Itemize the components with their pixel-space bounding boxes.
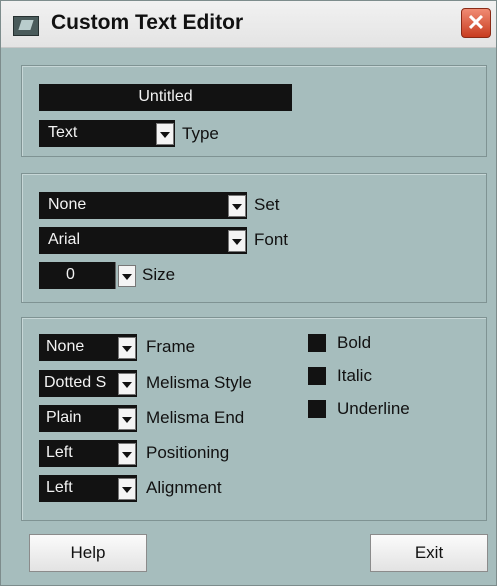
editor-app-icon [13,16,39,36]
name-field[interactable]: Untitled [39,84,292,111]
chevron-down-icon[interactable] [228,195,246,217]
chevron-down-icon[interactable] [118,337,136,359]
font-label: Font [254,230,289,249]
window-title: Custom Text Editor [51,11,244,34]
custom-text-editor-window: Custom Text Editor ✕ Untitled Text Type … [0,0,497,586]
chevron-down-icon[interactable] [118,443,136,465]
set-label: Set [254,195,280,214]
bold-checkbox[interactable] [308,334,326,352]
exit-button[interactable]: Exit [370,534,488,572]
set-dropdown-value: None [39,192,247,219]
help-button[interactable]: Help [29,534,147,572]
alignment-label: Alignment [146,478,222,497]
font-panel: None Set Arial Font 0 Size [21,173,487,303]
size-dropdown-value: 0 [39,262,116,289]
italic-label: Italic [337,366,372,385]
chevron-down-icon[interactable] [118,408,136,430]
melisma-style-label: Melisma Style [146,373,252,392]
type-dropdown-value: Text [39,120,175,147]
chevron-down-icon[interactable] [156,123,174,145]
chevron-down-icon[interactable] [118,373,136,395]
name-type-panel: Untitled Text Type [21,65,487,157]
italic-checkbox[interactable] [308,367,326,385]
melisma-end-label: Melisma End [146,408,245,427]
size-label: Size [142,265,176,284]
style-panel: None Frame Dotted S Melisma Style Plain … [21,317,487,521]
close-icon[interactable]: ✕ [461,8,491,38]
font-dropdown-value: Arial [39,227,247,254]
bold-label: Bold [337,333,372,352]
type-label: Type [182,124,219,143]
positioning-label: Positioning [146,443,230,462]
chevron-down-icon[interactable] [118,265,136,287]
chevron-down-icon[interactable] [118,478,136,500]
underline-checkbox[interactable] [308,400,326,418]
title-bar[interactable]: Custom Text Editor ✕ [1,1,496,48]
underline-label: Underline [337,399,410,418]
frame-label: Frame [146,337,196,356]
chevron-down-icon[interactable] [228,230,246,252]
